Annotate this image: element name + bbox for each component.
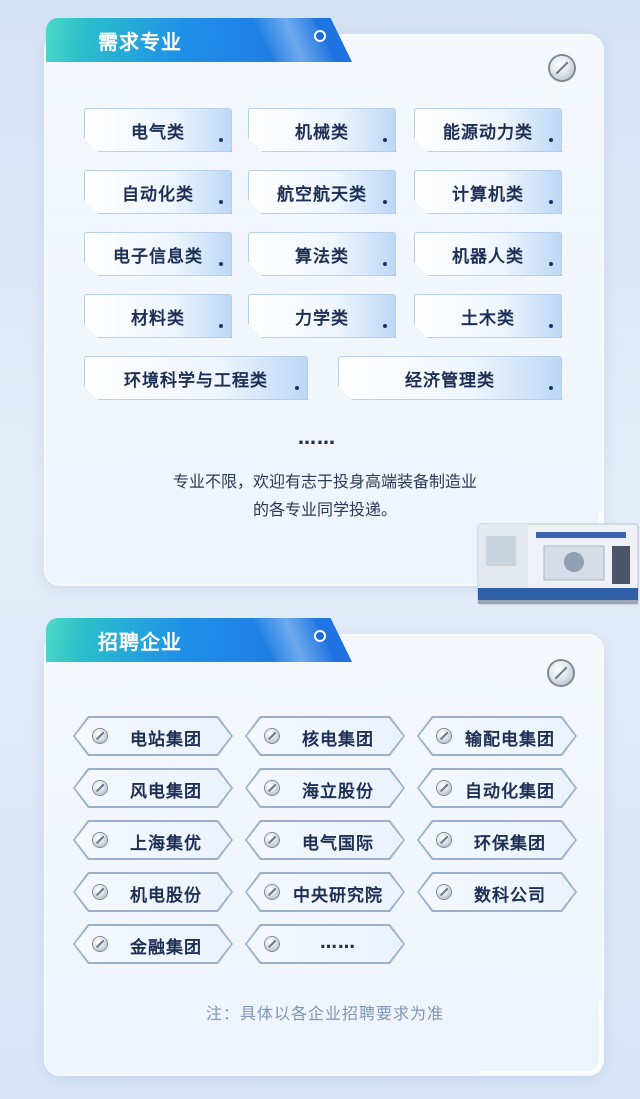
major-chip[interactable]: 经济管理类: [338, 356, 562, 400]
screw-icon: [265, 729, 279, 743]
major-chip[interactable]: 算法类: [248, 232, 396, 276]
major-label: 经济管理类: [405, 370, 495, 391]
company-chip[interactable]: 上海集优: [75, 822, 231, 858]
major-label: 电子信息类: [113, 246, 203, 267]
company-label: 环保集团: [474, 834, 546, 854]
screw-icon: [93, 885, 107, 899]
company-chip[interactable]: 风电集团: [75, 770, 231, 806]
company-chip[interactable]: 电气国际: [247, 822, 403, 858]
cnc-machine-illustration: [477, 523, 639, 605]
major-chip[interactable]: 电子信息类: [84, 232, 232, 276]
screw-icon: [437, 729, 451, 743]
major-chip[interactable]: 电气类: [84, 108, 232, 152]
screw-icon: [93, 833, 107, 847]
screw-icon: [93, 937, 107, 951]
major-chip[interactable]: 材料类: [84, 294, 232, 338]
screw-icon: [549, 661, 573, 685]
dot-icon: [549, 324, 553, 328]
company-chip[interactable]: ……: [247, 926, 403, 962]
company-label: ……: [320, 933, 356, 953]
major-label: 算法类: [295, 246, 349, 267]
dot-icon: [219, 262, 223, 266]
dot-icon: [219, 138, 223, 142]
dot-icon: [549, 200, 553, 204]
description-line: 专业不限，欢迎有志于投身高端装备制造业: [172, 472, 477, 491]
major-label: 机器人类: [452, 246, 524, 267]
major-label: 土木类: [461, 308, 515, 329]
major-chip[interactable]: 机械类: [248, 108, 396, 152]
company-label: 风电集团: [130, 782, 202, 802]
major-chip[interactable]: 能源动力类: [414, 108, 562, 152]
dot-icon: [219, 324, 223, 328]
majors-section-tab: 需求专业: [46, 18, 352, 62]
major-chip[interactable]: 计算机类: [414, 170, 562, 214]
dot-icon: [295, 386, 299, 390]
major-label: 能源动力类: [443, 122, 533, 143]
company-label: 金融集团: [130, 938, 202, 958]
company-chip[interactable]: 环保集团: [419, 822, 575, 858]
dot-icon: [549, 138, 553, 142]
major-chip[interactable]: 环境科学与工程类: [84, 356, 308, 400]
screw-icon: [93, 781, 107, 795]
company-chip[interactable]: 输配电集团: [419, 718, 575, 754]
major-label: 计算机类: [452, 184, 524, 205]
major-chip[interactable]: 航空航天类: [248, 170, 396, 214]
companies-section-title: 招聘企业: [98, 630, 182, 654]
company-chip[interactable]: 金融集团: [75, 926, 231, 962]
dot-icon: [549, 262, 553, 266]
screw-icon: [265, 937, 279, 951]
company-label: 核电集团: [302, 730, 374, 750]
screw-icon: [265, 781, 279, 795]
companies-section-tab: 招聘企业: [46, 618, 352, 662]
major-label: 自动化类: [122, 184, 194, 205]
major-label: 机械类: [295, 122, 349, 143]
screw-icon: [437, 833, 451, 847]
screw-icon: [93, 729, 107, 743]
company-chip[interactable]: 机电股份: [75, 874, 231, 910]
dot-icon: [549, 386, 553, 390]
company-chip[interactable]: 电站集团: [75, 718, 231, 754]
company-label: 海立股份: [302, 782, 374, 802]
tab-dot-icon: [314, 630, 326, 642]
company-chip[interactable]: 核电集团: [247, 718, 403, 754]
company-label: 电站集团: [130, 730, 202, 750]
major-chip[interactable]: 土木类: [414, 294, 562, 338]
majors-section-title: 需求专业: [98, 30, 182, 54]
major-label: 环境科学与工程类: [124, 370, 268, 391]
company-chip[interactable]: 自动化集团: [419, 770, 575, 806]
recruitment-note: 注：具体以各企业招聘要求为准: [205, 1004, 444, 1023]
company-label: 自动化集团: [465, 782, 555, 802]
company-chip[interactable]: 海立股份: [247, 770, 403, 806]
major-chip[interactable]: 自动化类: [84, 170, 232, 214]
company-label: 电气国际: [302, 834, 374, 854]
major-label: 材料类: [131, 308, 185, 329]
screw-icon: [550, 56, 574, 80]
tab-dot-icon: [314, 30, 326, 42]
company-label: 机电股份: [130, 886, 202, 906]
company-label: 数科公司: [474, 886, 546, 906]
company-label: 中央研究院: [293, 886, 383, 906]
dot-icon: [383, 138, 387, 142]
more-majors-ellipsis: ……: [298, 428, 336, 449]
dot-icon: [383, 324, 387, 328]
screw-icon: [265, 833, 279, 847]
major-chip[interactable]: 机器人类: [414, 232, 562, 276]
company-label: 输配电集团: [465, 730, 555, 750]
company-label: 上海集优: [130, 834, 202, 854]
major-label: 力学类: [295, 308, 349, 329]
company-chip[interactable]: 数科公司: [419, 874, 575, 910]
company-chip[interactable]: 中央研究院: [247, 874, 403, 910]
major-label: 电气类: [131, 122, 185, 143]
major-label: 航空航天类: [277, 184, 367, 205]
major-chip[interactable]: 力学类: [248, 294, 396, 338]
screw-icon: [265, 885, 279, 899]
screw-icon: [437, 885, 451, 899]
dot-icon: [383, 200, 387, 204]
screw-icon: [437, 781, 451, 795]
dot-icon: [219, 200, 223, 204]
dot-icon: [383, 262, 387, 266]
